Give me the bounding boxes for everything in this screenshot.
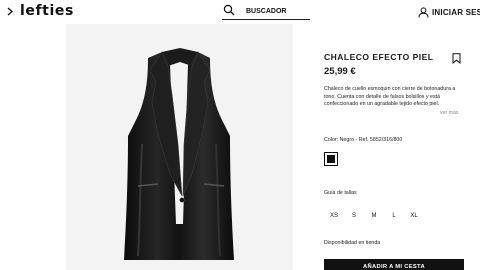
- product-price: 25,99 €: [324, 66, 356, 77]
- search-input[interactable]: [246, 4, 310, 18]
- size-selector: XS S M L XL: [324, 209, 424, 222]
- bookmark-icon[interactable]: [452, 53, 461, 64]
- size-option-xl[interactable]: XL: [404, 209, 424, 222]
- lefties-logo[interactable]: lefties: [20, 3, 74, 19]
- size-option-s[interactable]: S: [344, 209, 364, 222]
- login-button[interactable]: INICIAR SESIÓN: [418, 5, 480, 19]
- site-header: lefties INICIAR SESIÓN: [0, 0, 480, 24]
- product-description: Chaleco de cuello esmoquin con cierre de…: [324, 86, 456, 107]
- color-swatch-black[interactable]: [324, 152, 338, 166]
- product-image-gallery[interactable]: [66, 24, 293, 270]
- search-icon: [223, 4, 235, 16]
- search-bar[interactable]: [222, 3, 310, 20]
- product-image-vest: [124, 48, 234, 260]
- product-title: CHALECO EFECTO PIEL: [324, 52, 434, 62]
- size-option-m[interactable]: M: [364, 209, 384, 222]
- read-more-link[interactable]: ver más: [440, 110, 458, 116]
- size-option-l[interactable]: L: [384, 209, 404, 222]
- product-info-panel: CHALECO EFECTO PIEL 25,99 € Chaleco de c…: [324, 24, 472, 270]
- add-to-cart-button[interactable]: AÑADIR A MI CESTA: [324, 259, 464, 270]
- store-availability-link[interactable]: Disponibilidad en tienda: [324, 240, 380, 246]
- size-option-xs[interactable]: XS: [324, 209, 344, 222]
- user-icon: [418, 6, 429, 18]
- size-guide-link[interactable]: Guía de tallas: [324, 190, 357, 196]
- menu-icon[interactable]: [7, 7, 13, 16]
- color-reference: Color: Negro - Ref. 5852/316/800: [324, 137, 403, 143]
- color-swatch-fill: [327, 155, 335, 163]
- login-label: INICIAR SESIÓN: [432, 7, 480, 17]
